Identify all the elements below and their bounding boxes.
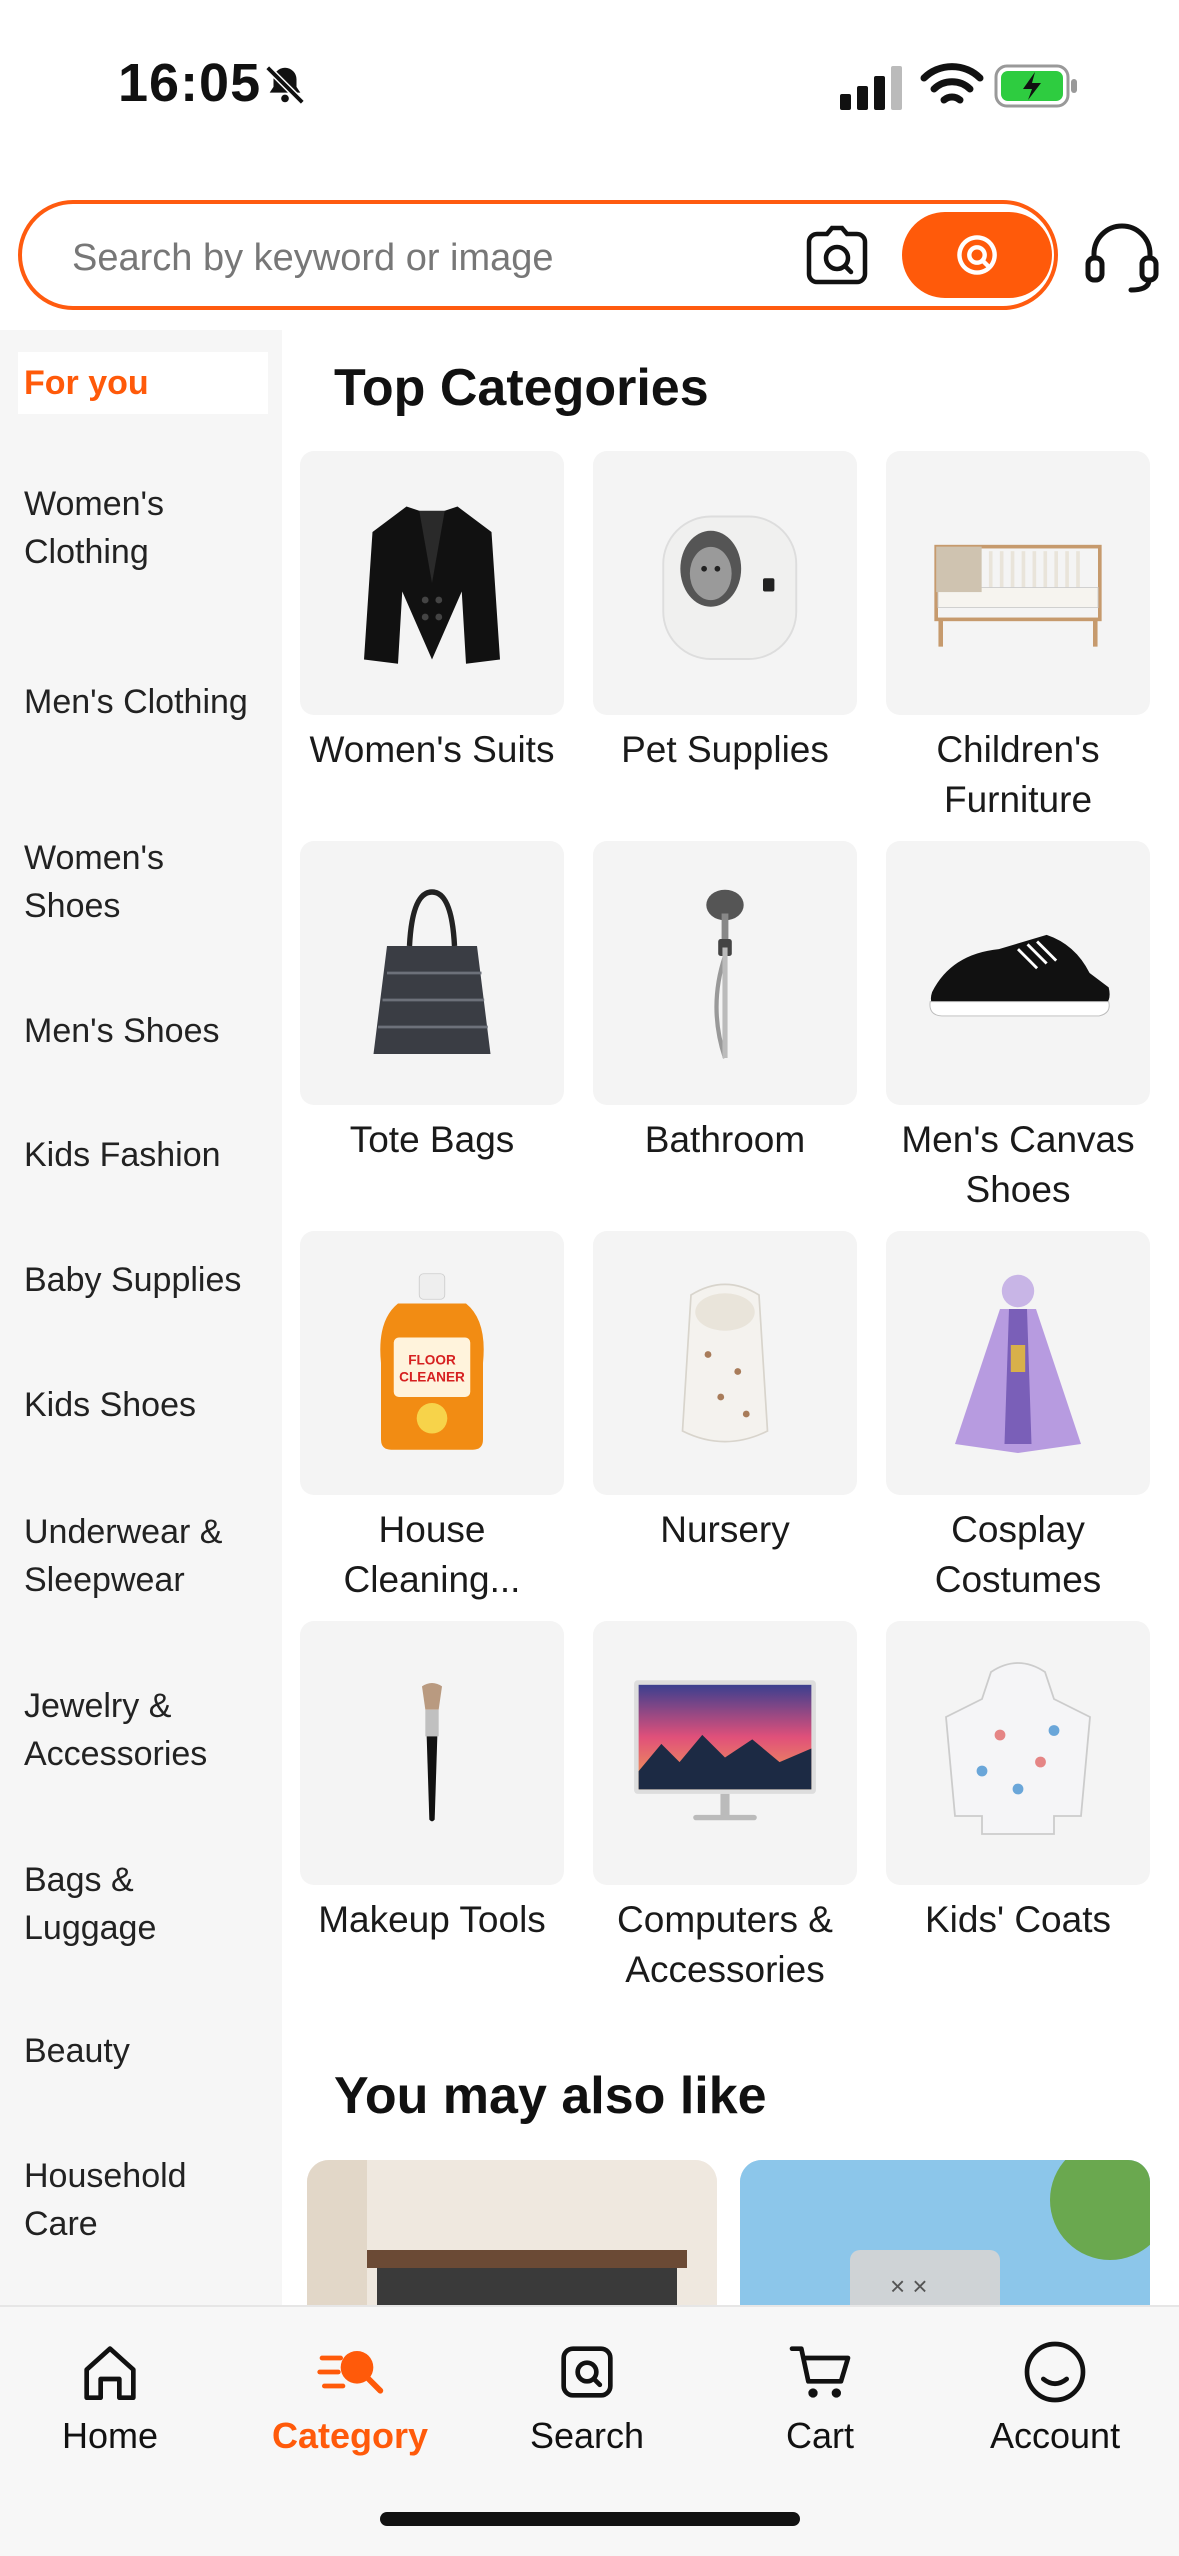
category-card-computers-accessories[interactable]: Computers & Accessories: [590, 1618, 860, 1995]
tote-bag-image: [300, 841, 564, 1105]
home-indicator[interactable]: [380, 2512, 800, 2526]
sidebar-item-womens-clothing[interactable]: Women's Clothing: [18, 478, 268, 578]
category-label: Women's Suits: [309, 729, 555, 770]
headset-icon: [1085, 223, 1159, 293]
category-label: Cosplay Costumes: [934, 1509, 1102, 1600]
customer-support-button[interactable]: [1078, 214, 1166, 298]
svg-text:FLOOR: FLOOR: [408, 1353, 456, 1368]
home-icon: [84, 2346, 136, 2400]
category-card-makeup-tools[interactable]: Makeup Tools: [297, 1618, 567, 1945]
svg-text:× ×: × ×: [890, 2271, 928, 2301]
category-card-kids-coats[interactable]: Kids' Coats: [883, 1618, 1153, 1945]
category-card-childrens-furniture[interactable]: Children's Furniture: [883, 448, 1153, 825]
category-label: Men's Canvas Shoes: [901, 1119, 1135, 1210]
baby-sleepsack-image: [593, 1231, 857, 1495]
category-card-womens-suits[interactable]: Women's Suits: [297, 448, 567, 775]
search-button[interactable]: [902, 212, 1052, 298]
category-card-tote-bags[interactable]: Tote Bags: [297, 838, 567, 1165]
category-card-bathroom[interactable]: Bathroom: [590, 838, 860, 1165]
sidebar-item-womens-shoes[interactable]: Women's Shoes: [18, 832, 268, 932]
search-input[interactable]: [72, 230, 792, 286]
category-card-mens-canvas-shoes[interactable]: Men's Canvas Shoes: [883, 838, 1153, 1215]
blazer-image: [300, 451, 564, 715]
status-time: 16:05: [118, 53, 262, 113]
category-card-cosplay-costumes[interactable]: Cosplay Costumes: [883, 1228, 1153, 1605]
category-label: Nursery: [660, 1509, 790, 1550]
sidebar-item-kids-shoes[interactable]: Kids Shoes: [18, 1380, 268, 1430]
battery-charging-icon: [993, 60, 1081, 112]
tab-home[interactable]: Home: [62, 2337, 158, 2457]
category-label: Bathroom: [644, 1119, 806, 1160]
cart-icon: [789, 2346, 851, 2398]
category-label: Children's Furniture: [936, 729, 1100, 820]
category-sidebar: [0, 330, 282, 2305]
cellular-signal-icon: [838, 62, 906, 112]
category-label: Tote Bags: [349, 1119, 515, 1160]
tab-account[interactable]: Account: [990, 2337, 1120, 2457]
search-bar: [18, 200, 1058, 310]
category-icon: [317, 2351, 384, 2394]
monitor-image: [593, 1621, 857, 1885]
category-label: Pet Supplies: [621, 729, 829, 770]
sidebar-item-underwear-sleepwear[interactable]: Underwear & Sleepwear: [18, 1506, 268, 1606]
category-label: Makeup Tools: [318, 1899, 546, 1940]
category-card-pet-supplies[interactable]: Pet Supplies: [590, 448, 860, 775]
crib-image: [886, 451, 1150, 715]
search-icon: [957, 235, 997, 275]
wifi-icon: [920, 58, 984, 114]
sidebar-item-jewelry-accessories[interactable]: Jewelry & Accessories: [18, 1680, 268, 1780]
tab-label: Cart: [785, 2415, 854, 2456]
search-icon: [561, 2346, 613, 2398]
category-label: Kids' Coats: [925, 1899, 1111, 1940]
makeup-brush-image: [300, 1621, 564, 1885]
camera-icon: [806, 225, 868, 285]
shower-head-image: [593, 841, 857, 1105]
tab-search[interactable]: Search: [530, 2337, 644, 2457]
sidebar-item-beauty[interactable]: Beauty: [18, 2026, 268, 2076]
top-categories-title: Top Categories: [334, 359, 709, 417]
cat-litter-box-image: [593, 451, 857, 715]
sidebar-item-bags-luggage[interactable]: Bags & Luggage: [18, 1854, 268, 1954]
sidebar-item-baby-supplies[interactable]: Baby Supplies: [18, 1255, 268, 1305]
tab-cart[interactable]: Cart: [785, 2337, 855, 2457]
tab-label: Home: [62, 2415, 159, 2456]
floor-cleaner-image: FLOOR CLEANER: [300, 1231, 564, 1495]
costume-image: [886, 1231, 1150, 1495]
category-label: Computers & Accessories: [617, 1899, 833, 1990]
category-card-house-cleaning[interactable]: FLOOR CLEANER House Cleaning...: [297, 1228, 567, 1605]
category-label: House Cleaning...: [343, 1509, 521, 1600]
bell-muted-icon: [262, 62, 308, 108]
category-card-nursery[interactable]: Nursery: [590, 1228, 860, 1555]
tab-label: Search: [530, 2415, 645, 2456]
sidebar-item-household-care[interactable]: Household Care: [18, 2150, 268, 2250]
tab-category[interactable]: Category: [272, 2337, 428, 2457]
account-icon: [1024, 2341, 1086, 2403]
sidebar-item-mens-clothing[interactable]: Men's Clothing: [18, 652, 268, 752]
sneaker-image: [886, 841, 1150, 1105]
also-like-title: You may also like: [334, 2067, 767, 2125]
tab-label: Category: [272, 2415, 429, 2456]
image-search-button[interactable]: [799, 222, 875, 290]
sidebar-item-mens-shoes[interactable]: Men's Shoes: [18, 1006, 268, 1056]
sidebar-item-kids-fashion[interactable]: Kids Fashion: [18, 1130, 268, 1180]
sidebar-item-for-you[interactable]: For you: [18, 352, 268, 414]
tab-label: Account: [990, 2415, 1121, 2456]
svg-text:CLEANER: CLEANER: [399, 1370, 465, 1385]
kids-coat-image: [886, 1621, 1150, 1885]
